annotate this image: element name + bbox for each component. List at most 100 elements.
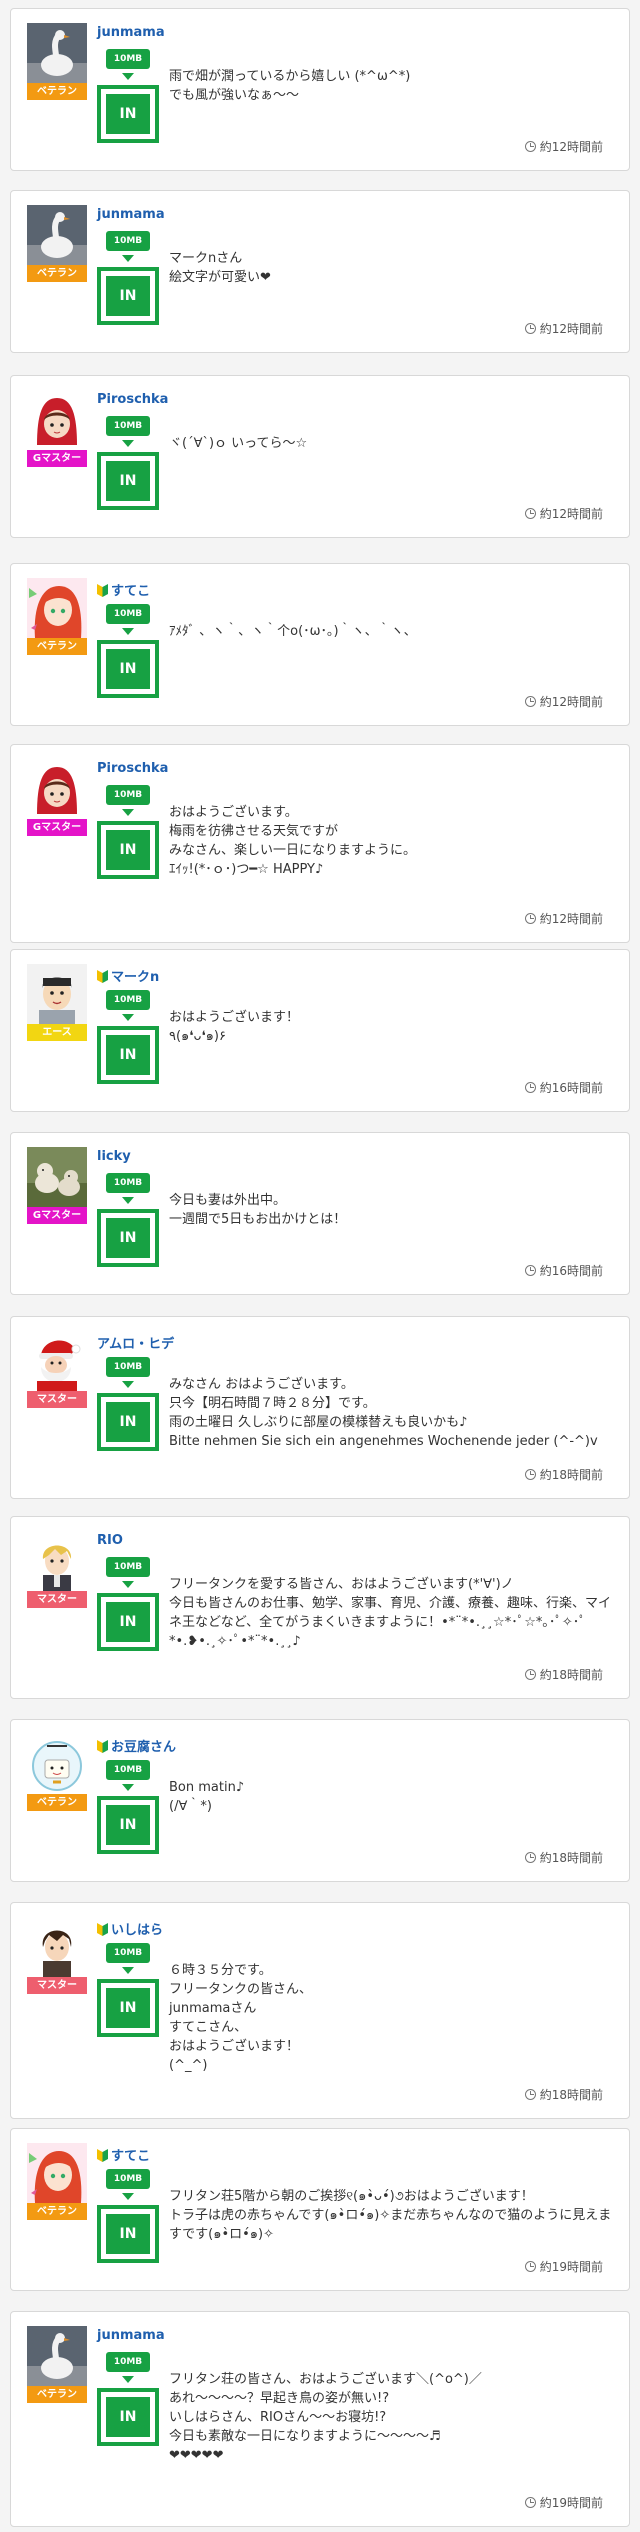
username-link[interactable]: Piroschka bbox=[97, 392, 168, 407]
time-text: 約12時間前 bbox=[539, 140, 603, 154]
post-card: マスター アムロ・ヒデ 10MB IN みなさん おはようございます。 只今【明石時間７… bbox=[10, 1316, 630, 1499]
username-text: junmama bbox=[97, 207, 165, 222]
post-card: ベテラン junmama 10MB IN 雨で畑が潤っているから嬉しい (*^ω^*) … bbox=[10, 8, 630, 171]
username-link[interactable]: Piroschka bbox=[97, 761, 168, 776]
username-link[interactable]: すてこ bbox=[97, 2145, 150, 2164]
tank-in-box: IN bbox=[97, 1026, 159, 1084]
post-message: フリタン荘の皆さん、おはようございます＼(^o^)／ あれ〜〜〜〜？早起き鳥の姿… bbox=[169, 2372, 482, 2463]
time-text: 約19時間前 bbox=[539, 2260, 603, 2274]
time-text: 約16時間前 bbox=[539, 1081, 603, 1095]
username-link[interactable]: RIO bbox=[97, 1533, 123, 1548]
tank-widget: 10MB IN bbox=[97, 1943, 159, 2037]
username-text: Piroschka bbox=[97, 761, 169, 776]
tank-size-badge: 10MB bbox=[106, 990, 150, 1010]
post-message: ６時３５分です。 フリータンクの皆さん、 junmamaさん すてこさん、 おは… bbox=[169, 1963, 313, 2073]
post-time: 約18時間前 bbox=[524, 1666, 603, 1683]
username-link[interactable]: junmama bbox=[97, 2328, 165, 2343]
time-text: 約18時間前 bbox=[539, 1468, 603, 1482]
avatar[interactable] bbox=[27, 1531, 87, 1591]
username-text: マークn bbox=[111, 970, 160, 985]
tank-size-badge: 10MB bbox=[106, 1943, 150, 1963]
avatar[interactable] bbox=[27, 2143, 87, 2203]
post-time: 約18時間前 bbox=[524, 2086, 603, 2103]
time-text: 約18時間前 bbox=[539, 1851, 603, 1865]
clock-icon bbox=[524, 323, 536, 334]
username-text: いしはら bbox=[111, 1923, 164, 1938]
rank-badge: マスター bbox=[27, 1977, 87, 1994]
time-text: 約12時間前 bbox=[539, 507, 603, 521]
username-text: licky bbox=[97, 1149, 131, 1164]
post-time: 約16時間前 bbox=[524, 1079, 603, 1096]
username-link[interactable]: junmama bbox=[97, 207, 165, 222]
post-time: 約19時間前 bbox=[524, 2494, 603, 2511]
avatar[interactable] bbox=[27, 759, 87, 819]
tank-in-box: IN bbox=[97, 1593, 159, 1651]
avatar[interactable] bbox=[27, 390, 87, 450]
time-text: 約12時間前 bbox=[539, 695, 603, 709]
post-card: ベテラン junmama 10MB IN フリタン荘の皆さん、おはようございます＼(^o… bbox=[10, 2311, 630, 2527]
tank-in-label: IN bbox=[106, 1402, 150, 1442]
tank-in-label: IN bbox=[106, 649, 150, 689]
post-message: マークnさん 絵文字が可愛い❤ bbox=[169, 251, 271, 285]
post-message: Bon matin♪ (/∀｀*) bbox=[169, 1780, 245, 1814]
rank-badge: マスター bbox=[27, 1591, 87, 1608]
post-time: 約12時間前 bbox=[524, 320, 603, 337]
clock-icon bbox=[524, 1852, 536, 1863]
tank-in-box: IN bbox=[97, 1979, 159, 2037]
avatar[interactable] bbox=[27, 1917, 87, 1977]
time-text: 約18時間前 bbox=[539, 2088, 603, 2102]
post-card: Gマスター licky 10MB IN 今日も妻は外出中。 一週間で5日もお出かけとは！… bbox=[10, 1132, 630, 1295]
avatar[interactable] bbox=[27, 1331, 87, 1391]
tank-in-box: IN bbox=[97, 267, 159, 325]
arrow-down-icon bbox=[122, 2193, 134, 2200]
post-message: おはようございます！ ٩(๑❛ᴗ❛๑)۶ bbox=[169, 1010, 300, 1044]
username-link[interactable]: licky bbox=[97, 1149, 131, 1164]
time-text: 約12時間前 bbox=[539, 322, 603, 336]
rank-badge: Gマスター bbox=[27, 819, 87, 836]
tank-in-label: IN bbox=[106, 276, 150, 316]
avatar[interactable] bbox=[27, 578, 87, 638]
post-time: 約18時間前 bbox=[524, 1466, 603, 1483]
tank-widget: 10MB IN bbox=[97, 416, 159, 510]
tank-in-box: IN bbox=[97, 640, 159, 698]
username-link[interactable]: アムロ・ヒデ bbox=[97, 1333, 174, 1352]
avatar[interactable] bbox=[27, 964, 87, 1024]
username-text: RIO bbox=[97, 1533, 123, 1548]
tank-widget: 10MB IN bbox=[97, 785, 159, 879]
rank-badge: ベテラン bbox=[27, 265, 87, 282]
post-time: 約12時間前 bbox=[524, 505, 603, 522]
avatar[interactable] bbox=[27, 1147, 87, 1207]
post-message: ヾ(´∀`)ｏ いってら〜☆ bbox=[169, 436, 308, 451]
username-link[interactable]: junmama bbox=[97, 25, 165, 40]
tank-in-box: IN bbox=[97, 1796, 159, 1854]
beginner-mark-icon bbox=[97, 2149, 108, 2162]
post-card: ベテラン お豆腐さん 10MB IN Bon matin♪ (/∀｀*) 約18時間前 bbox=[10, 1719, 630, 1882]
username-link[interactable]: いしはら bbox=[97, 1919, 163, 1938]
tank-in-box: IN bbox=[97, 1393, 159, 1451]
tank-size-badge: 10MB bbox=[106, 231, 150, 251]
username-link[interactable]: お豆腐さん bbox=[97, 1736, 176, 1755]
post-card: エース マークn 10MB IN おはようございます！ ٩(๑❛ᴗ❛๑)۶ 約16時間前 bbox=[10, 949, 630, 1112]
rank-badge: ベテラン bbox=[27, 2203, 87, 2220]
rank-badge: エース bbox=[27, 1024, 87, 1041]
avatar[interactable] bbox=[27, 23, 87, 83]
rank-badge: マスター bbox=[27, 1391, 87, 1408]
tank-in-box: IN bbox=[97, 1209, 159, 1267]
username-text: すてこ bbox=[111, 2149, 151, 2164]
tank-size-badge: 10MB bbox=[106, 1173, 150, 1193]
tank-in-label: IN bbox=[106, 1805, 150, 1845]
avatar[interactable] bbox=[27, 1734, 87, 1794]
username-text: アムロ・ヒデ bbox=[97, 1337, 175, 1352]
username-link[interactable]: マークn bbox=[97, 966, 159, 985]
clock-icon bbox=[524, 508, 536, 519]
avatar[interactable] bbox=[27, 205, 87, 265]
arrow-down-icon bbox=[122, 1197, 134, 1204]
username-link[interactable]: すてこ bbox=[97, 580, 150, 599]
tank-size-badge: 10MB bbox=[106, 2169, 150, 2189]
beginner-mark-icon bbox=[97, 584, 108, 597]
arrow-down-icon bbox=[122, 440, 134, 447]
username-text: junmama bbox=[97, 25, 165, 40]
post-time: 約19時間前 bbox=[524, 2258, 603, 2275]
avatar[interactable] bbox=[27, 2326, 87, 2386]
tank-in-box: IN bbox=[97, 821, 159, 879]
